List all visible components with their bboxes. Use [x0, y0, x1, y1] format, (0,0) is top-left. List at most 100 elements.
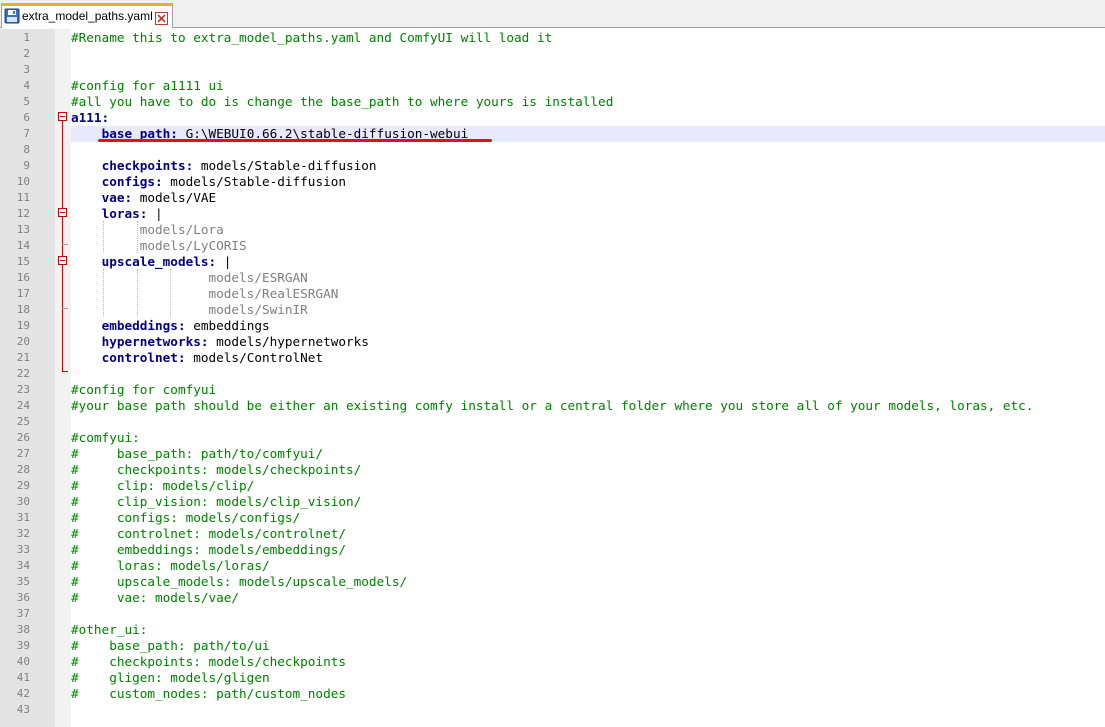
fold-toggle-loras[interactable]	[58, 208, 67, 217]
line-number: 41	[16, 671, 30, 684]
code-line[interactable]: loras: |	[71, 206, 163, 222]
line-number: 21	[16, 351, 30, 364]
fold-range-end	[62, 371, 68, 372]
code-line[interactable]: # gligen: models/gligen	[71, 670, 270, 686]
line-number: 35	[16, 575, 30, 588]
code-line[interactable]: #config for comfyui	[71, 382, 216, 398]
code-token-comment: # vae: models/vae/	[71, 590, 240, 605]
code-token-key: upscale_models:	[101, 254, 217, 269]
code-line[interactable]: # base_path: path/to/ui	[71, 638, 270, 654]
code-line[interactable]: models/LyCORIS	[71, 238, 247, 254]
line-number: 15	[16, 255, 30, 268]
line-number: 17	[16, 287, 30, 300]
code-token-comment: #comfyui:	[71, 430, 140, 445]
code-token-val	[71, 318, 102, 333]
code-token-val: models/Stable-diffusion	[193, 158, 377, 173]
annotation-underline	[98, 139, 492, 142]
code-line[interactable]: # clip_vision: models/clip_vision/	[71, 494, 361, 510]
line-number: 24	[16, 399, 30, 412]
code-token-comment: # base_path: path/to/comfyui/	[71, 446, 324, 461]
line-number: 19	[16, 319, 30, 332]
line-number: 27	[16, 447, 30, 460]
code-line[interactable]: a111:	[71, 110, 109, 126]
code-token-val	[71, 334, 102, 349]
code-line[interactable]: # custom_nodes: path/custom_nodes	[71, 686, 346, 702]
code-line[interactable]: # controlnet: models/controlnet/	[71, 526, 346, 542]
code-line[interactable]: # checkpoints: models/checkpoints	[71, 654, 346, 670]
code-line[interactable]: controlnet: models/ControlNet	[71, 350, 324, 366]
code-token-comment: # loras: models/loras/	[71, 558, 270, 573]
code-token-block: models/SwinIR	[71, 302, 308, 317]
code-token-val	[71, 350, 102, 365]
code-token-val	[71, 206, 102, 221]
code-line[interactable]: #your base path should be either an exis…	[71, 398, 1033, 414]
code-token-val	[71, 190, 102, 205]
line-number: 10	[16, 175, 30, 188]
code-token-block: models/LyCORIS	[71, 238, 247, 253]
line-number: 36	[16, 591, 30, 604]
code-token-comment: #Rename this to extra_model_paths.yaml a…	[71, 30, 553, 45]
code-line[interactable]: # loras: models/loras/	[71, 558, 270, 574]
code-line[interactable]: hypernetworks: models/hypernetworks	[71, 334, 369, 350]
code-token-val: models/ControlNet	[185, 350, 324, 365]
line-number: 42	[16, 687, 30, 700]
code-line[interactable]: #Rename this to extra_model_paths.yaml a…	[71, 30, 552, 46]
code-token-comment: # base_path: path/to/ui	[71, 638, 270, 653]
line-number: 16	[16, 271, 30, 284]
line-number-gutter: 1 2 3 4 5 6 7 8 9 10 11 12 13 14 15 16 17 18 19 20 21 22 23 24 2…	[0, 29, 55, 727]
code-line[interactable]: # vae: models/vae/	[71, 590, 239, 606]
code-area[interactable]: #Rename this to extra_model_paths.yaml a…	[71, 29, 1105, 727]
code-line[interactable]: # configs: models/configs/	[71, 510, 300, 526]
code-token-key: controlnet:	[101, 350, 186, 365]
code-line[interactable]: models/SwinIR	[71, 302, 308, 318]
indent-guide	[103, 221, 104, 253]
code-line[interactable]: # embeddings: models/embeddings/	[71, 542, 346, 558]
code-line[interactable]: models/ESRGAN	[71, 270, 307, 286]
code-line[interactable]: #other_ui:	[71, 622, 147, 638]
code-token-comment: # checkpoints: models/checkpoints/	[71, 462, 362, 477]
line-number: 31	[16, 511, 30, 524]
line-number: 28	[16, 463, 30, 476]
line-number: 32	[16, 527, 30, 540]
code-token-comment: #other_ui:	[71, 622, 148, 637]
fold-range-end	[62, 244, 68, 245]
code-token-comment: # checkpoints: models/checkpoints	[71, 654, 346, 669]
code-token-key: vae:	[101, 190, 133, 205]
line-number: 26	[16, 431, 30, 444]
line-number: 4	[23, 79, 30, 92]
code-line[interactable]: upscale_models: |	[71, 254, 232, 270]
code-token-val: models/hypernetworks	[208, 334, 369, 349]
code-token-comment: #config for comfyui	[71, 382, 217, 397]
close-x-icon[interactable]	[155, 10, 168, 25]
code-token-key: configs:	[101, 174, 163, 189]
editor-pane[interactable]: 1 2 3 4 5 6 7 8 9 10 11 12 13 14 15 16 17 18 19 20 21 22 23 24 2…	[0, 29, 1105, 727]
tab-extra-model-paths[interactable]: extra_model_paths.yaml	[1, 3, 173, 28]
code-line[interactable]: # upscale_models: models/upscale_models/	[71, 574, 407, 590]
code-line[interactable]: checkpoints: models/Stable-diffusion	[71, 158, 377, 174]
line-number: 37	[16, 607, 30, 620]
indent-guide	[137, 221, 138, 253]
code-line[interactable]: embeddings: embeddings	[71, 318, 270, 334]
code-line[interactable]: #config for a1111 ui	[71, 78, 224, 94]
code-line[interactable]: # checkpoints: models/checkpoints/	[71, 462, 361, 478]
code-token-comment: # embeddings: models/embeddings/	[71, 542, 346, 557]
line-number: 23	[16, 383, 30, 396]
code-line[interactable]: #comfyui:	[71, 430, 140, 446]
code-line[interactable]: vae: models/VAE	[71, 190, 217, 206]
fold-toggle-a111[interactable]	[58, 112, 67, 121]
code-line[interactable]: models/Lora	[71, 222, 224, 238]
code-token-val	[71, 158, 102, 173]
code-line[interactable]: # base_path: path/to/comfyui/	[71, 446, 323, 462]
fold-toggle-upscale-models[interactable]	[58, 256, 67, 265]
code-token-comment: # gligen: models/gligen	[71, 670, 270, 685]
code-line[interactable]: # clip: models/clip/	[71, 478, 254, 494]
tab-title: extra_model_paths.yaml	[22, 9, 153, 23]
code-token-comment: #your base path should be either an exis…	[71, 398, 1034, 413]
code-line[interactable]: configs: models/Stable-diffusion	[71, 174, 346, 190]
line-number: 11	[16, 191, 30, 204]
code-line[interactable]: #all you have to do is change the base_p…	[71, 94, 613, 110]
code-line[interactable]: models/RealESRGAN	[71, 286, 338, 302]
line-number: 39	[16, 639, 30, 652]
line-number: 22	[16, 367, 30, 380]
line-number: 43	[16, 703, 30, 716]
